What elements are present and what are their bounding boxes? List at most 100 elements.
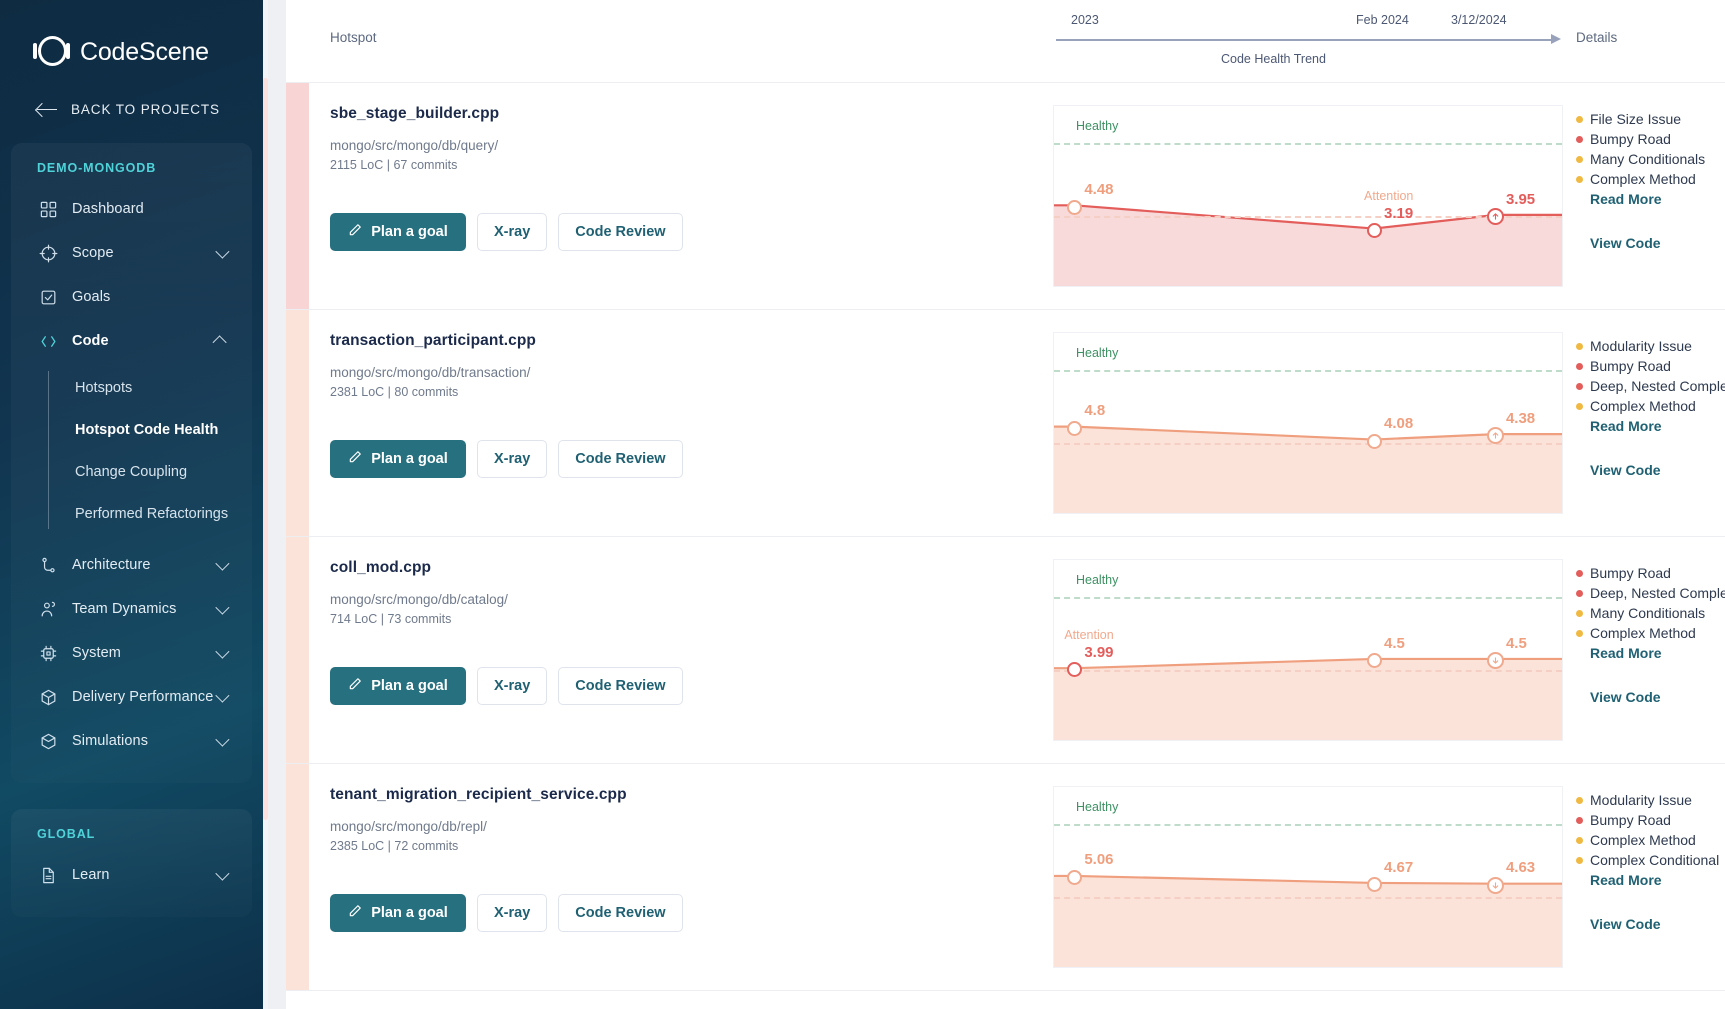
- view-code-link[interactable]: View Code: [1590, 916, 1725, 932]
- chart-plot-area: Healthy Attention 3.99 4.5 4.5: [1053, 559, 1563, 741]
- healthy-band-label: Healthy: [1076, 799, 1119, 814]
- sidebar-item-code[interactable]: Code: [11, 319, 252, 363]
- plan-a-goal-button[interactable]: Plan a goal: [330, 213, 466, 251]
- file-metrics: 2381 LoC | 80 commits: [330, 385, 459, 399]
- global-nav-card: GLOBAL Learn: [11, 809, 252, 917]
- view-code-link[interactable]: View Code: [1590, 235, 1725, 251]
- attention-threshold-line: [1054, 442, 1562, 445]
- row-actions: Plan a goal X-ray Code Review: [330, 894, 683, 932]
- code-review-button[interactable]: Code Review: [558, 894, 683, 932]
- row-actions: Plan a goal X-ray Code Review: [330, 213, 683, 251]
- xray-button[interactable]: X-ray: [477, 213, 548, 251]
- axis-tick: 2023: [1071, 13, 1099, 27]
- file-metrics: 2115 LoC | 67 commits: [330, 158, 458, 172]
- data-point-marker[interactable]: [1066, 420, 1082, 436]
- health-indicator-strip: [286, 764, 309, 990]
- sidebar-subitem-hotspots[interactable]: Hotspots: [57, 367, 252, 409]
- chevron-down-icon[interactable]: [215, 556, 230, 571]
- read-more-link[interactable]: Read More: [1590, 645, 1725, 661]
- data-point-marker[interactable]: [1366, 433, 1382, 449]
- brand[interactable]: CodeScene: [0, 0, 263, 70]
- read-more-link[interactable]: Read More: [1590, 872, 1725, 888]
- sidebar-subitem-change-coupling[interactable]: Change Coupling: [57, 451, 252, 493]
- sidebar-item-scope[interactable]: Scope: [11, 231, 252, 275]
- xray-button[interactable]: X-ray: [477, 894, 548, 932]
- scrollbar-thumb[interactable]: [263, 78, 268, 820]
- xray-button[interactable]: X-ray: [477, 667, 548, 705]
- page-scrollbar[interactable]: [263, 0, 268, 1009]
- plan-a-goal-button[interactable]: Plan a goal: [330, 894, 466, 932]
- file-name[interactable]: transaction_participant.cpp: [330, 332, 536, 350]
- view-code-link[interactable]: View Code: [1590, 462, 1725, 478]
- issue-item: Modularity Issue: [1576, 336, 1725, 356]
- sidebar-item-label: Simulations: [72, 733, 149, 749]
- chevron-down-icon[interactable]: [215, 688, 230, 703]
- cube-icon: [35, 732, 61, 751]
- sidebar-item-learn[interactable]: Learn: [11, 853, 252, 897]
- code-review-button[interactable]: Code Review: [558, 213, 683, 251]
- read-more-link[interactable]: Read More: [1590, 191, 1725, 207]
- data-point-marker[interactable]: [1066, 869, 1082, 885]
- data-point-marker[interactable]: [1066, 199, 1082, 215]
- sidebar-item-label: Dashboard: [72, 201, 144, 217]
- chevron-down-icon[interactable]: [215, 732, 230, 747]
- column-header-details: Details: [1576, 30, 1618, 45]
- sidebar-subitem-performed-refactorings[interactable]: Performed Refactorings: [57, 493, 252, 535]
- plan-a-goal-button[interactable]: Plan a goal: [330, 440, 466, 478]
- axis-tick: 3/12/2024: [1451, 13, 1507, 27]
- issue-label: Deep, Nested Complexity: [1590, 585, 1725, 601]
- healthy-band-label: Healthy: [1076, 572, 1119, 587]
- table-row: sbe_stage_builder.cpp mongo/src/mongo/db/…: [286, 83, 1725, 310]
- issue-severity-dot: [1576, 175, 1583, 183]
- sidebar-item-architecture[interactable]: Architecture: [11, 543, 252, 587]
- issue-details: Modularity Issue Bumpy Road Complex Method…: [1576, 764, 1725, 990]
- sidebar-subitem-label: Hotspot Code Health: [75, 422, 219, 438]
- sidebar-item-goals[interactable]: Goals: [11, 275, 252, 319]
- chevron-down-icon[interactable]: [215, 600, 230, 615]
- read-more-link[interactable]: Read More: [1590, 418, 1725, 434]
- pencil-icon: [348, 223, 362, 241]
- code-health-trend-chart: Healthy Attention 3.99 4.5 4.5: [1053, 537, 1563, 763]
- sidebar-item-simulations[interactable]: Simulations: [11, 719, 252, 763]
- attention-threshold-line: [1054, 669, 1562, 672]
- chevron-up-icon[interactable]: [212, 335, 227, 350]
- file-name[interactable]: sbe_stage_builder.cpp: [330, 105, 499, 123]
- plan-a-goal-button[interactable]: Plan a goal: [330, 667, 466, 705]
- data-point-marker[interactable]: [1366, 223, 1382, 239]
- data-point-label: 4.67: [1384, 858, 1414, 876]
- file-name[interactable]: tenant_migration_recipient_service.cpp: [330, 786, 627, 804]
- sidebar-item-label: Learn: [72, 867, 110, 883]
- back-to-projects-button[interactable]: BACK TO PROJECTS: [0, 70, 263, 117]
- sidebar-item-team-dynamics[interactable]: Team Dynamics: [11, 587, 252, 631]
- trend-line-svg: [1054, 425, 1562, 513]
- issue-label: Complex Conditional: [1590, 852, 1720, 868]
- people-icon: [35, 600, 61, 619]
- issue-severity-dot: [1576, 816, 1583, 824]
- brand-name: CodeScene: [80, 37, 209, 66]
- plan-a-goal-label: Plan a goal: [371, 224, 448, 240]
- sidebar-item-system[interactable]: System: [11, 631, 252, 675]
- sidebar-item-dashboard[interactable]: Dashboard: [11, 187, 252, 231]
- chart-plot-area: Healthy 5.06 4.67 4.63: [1053, 786, 1563, 968]
- issue-label: Bumpy Road: [1590, 358, 1671, 374]
- file-metrics: 2385 LoC | 72 commits: [330, 839, 459, 853]
- chevron-down-icon[interactable]: [215, 244, 230, 259]
- issue-label: Modularity Issue: [1590, 338, 1692, 354]
- sidebar-item-delivery-performance[interactable]: Delivery Performance: [11, 675, 252, 719]
- target-icon: [35, 244, 61, 263]
- sidebar-subitem-hotspot-code-health[interactable]: Hotspot Code Health: [57, 409, 252, 451]
- view-code-link[interactable]: View Code: [1590, 689, 1725, 705]
- code-review-button[interactable]: Code Review: [558, 667, 683, 705]
- chevron-down-icon[interactable]: [215, 866, 230, 881]
- data-point-marker[interactable]: [1366, 653, 1382, 669]
- data-point-marker[interactable]: [1366, 877, 1382, 893]
- issue-severity-dot: [1576, 115, 1583, 123]
- code-review-button[interactable]: Code Review: [558, 440, 683, 478]
- xray-button[interactable]: X-ray: [477, 440, 548, 478]
- row-actions: Plan a goal X-ray Code Review: [330, 440, 683, 478]
- code-health-trend-chart: Healthy 5.06 4.67 4.63: [1053, 764, 1563, 990]
- sidebar-item-label: Team Dynamics: [72, 601, 177, 617]
- chevron-down-icon[interactable]: [215, 644, 230, 659]
- issue-label: File Size Issue: [1590, 111, 1682, 127]
- file-name[interactable]: coll_mod.cpp: [330, 559, 431, 577]
